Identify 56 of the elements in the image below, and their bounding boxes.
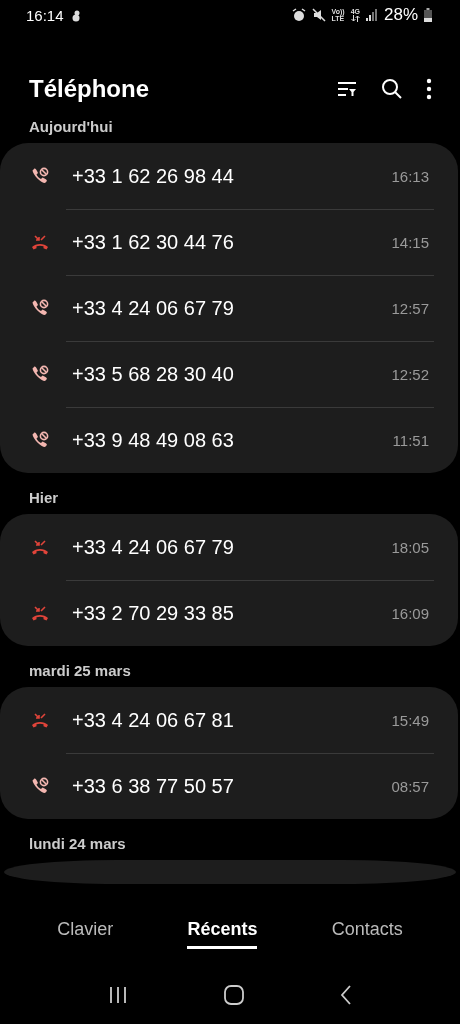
call-log-row[interactable]: +33 4 24 06 67 79 18:05	[0, 514, 458, 580]
rejected-call-icon	[30, 710, 50, 730]
bottom-tab[interactable]: Clavier	[57, 913, 114, 949]
phone-number: +33 4 24 06 67 79	[72, 296, 235, 320]
blocked-call-icon	[30, 166, 50, 186]
signal-icon	[365, 9, 378, 21]
battery-icon	[424, 8, 432, 22]
back-icon[interactable]	[340, 985, 352, 1005]
call-time: 12:52	[391, 365, 429, 383]
recent-apps-icon[interactable]	[108, 986, 128, 1004]
call-time: 16:13	[391, 167, 429, 185]
call-time: 08:57	[391, 777, 429, 795]
home-icon[interactable]	[224, 985, 244, 1005]
more-options-icon[interactable]	[426, 78, 432, 100]
rejected-call-icon	[30, 537, 50, 557]
bottom-tab[interactable]: Contacts	[331, 913, 403, 949]
date-header: mardi 25 mars	[28, 661, 132, 681]
blocked-call-icon	[30, 364, 50, 384]
phone-number: +33 9 48 49 08 63	[72, 428, 235, 452]
call-log-row[interactable]: +33 1 62 30 44 76 14:15	[0, 209, 458, 275]
call-time: 18:05	[391, 538, 429, 556]
phone-number: +33 1 62 26 98 44	[72, 164, 235, 188]
date-header: Aujourd'hui	[28, 118, 114, 137]
call-log-row[interactable]: +33 6 38 77 50 57 08:57	[0, 753, 458, 819]
call-time: 14:15	[391, 233, 429, 251]
data-arrows-icon	[350, 15, 360, 22]
call-log-row[interactable]: +33 5 68 28 30 40 12:52	[0, 341, 458, 407]
phone-number: +33 1 62 30 44 76	[72, 230, 235, 254]
search-icon[interactable]	[380, 77, 404, 101]
call-log-row[interactable]: +33 4 24 06 67 79 12:57	[0, 275, 458, 341]
phone-number: +33 2 70 29 33 85	[72, 601, 235, 625]
battery-percent: 28%	[383, 5, 418, 25]
alarm-icon	[291, 8, 306, 22]
mute-icon	[311, 8, 326, 22]
call-log-row[interactable]: +33 9 48 49 08 63 11:51	[0, 407, 458, 473]
phone-number: +33 5 68 28 30 40	[72, 362, 235, 386]
rejected-call-icon	[30, 603, 50, 623]
phone-number: +33 4 24 06 67 81	[72, 708, 235, 732]
call-log-row[interactable]: +33 2 70 29 33 85 16:09	[0, 580, 458, 646]
blocked-call-icon	[30, 776, 50, 796]
phone-number: +33 6 38 77 50 57	[72, 774, 235, 798]
call-log-row[interactable]: +33 1 62 26 98 44 16:13	[0, 143, 458, 209]
call-time: 12:57	[391, 299, 429, 317]
date-header: Hier	[28, 488, 60, 508]
blocked-call-icon	[30, 298, 50, 318]
call-time: 16:09	[391, 604, 429, 622]
status-time: 16:14	[26, 6, 64, 24]
call-time: 11:51	[392, 431, 429, 449]
blocked-call-icon	[30, 430, 50, 450]
bottom-tab[interactable]: Récents	[187, 913, 258, 949]
rejected-call-icon	[30, 232, 50, 252]
date-header: lundi 24 mars	[28, 834, 127, 854]
call-time: 15:49	[391, 711, 429, 729]
phone-number: +33 4 24 06 67 79	[72, 535, 235, 559]
call-log-row[interactable]: +33 4 24 06 67 81 15:49	[0, 687, 458, 753]
app-title: Téléphone	[29, 75, 150, 103]
